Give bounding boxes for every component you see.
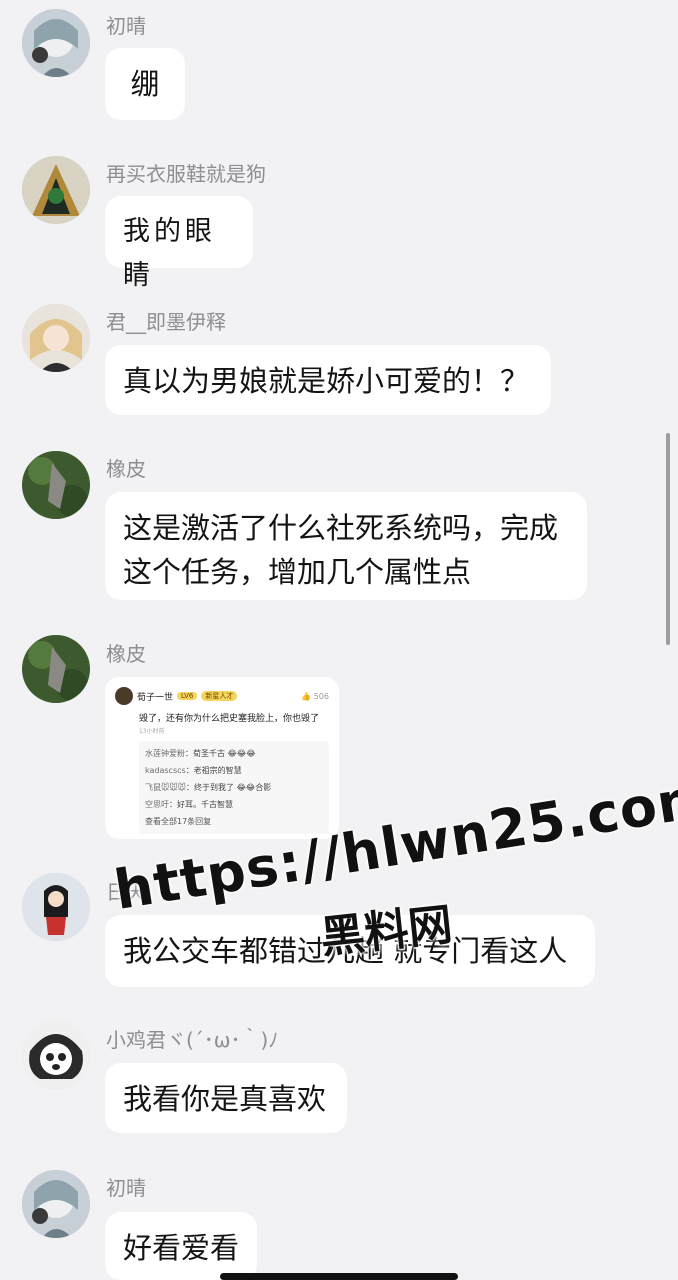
- message-bubble[interactable]: 我的眼睛: [105, 196, 253, 291]
- like-number: 506: [313, 691, 329, 701]
- avatar[interactable]: [22, 1021, 90, 1089]
- image-message[interactable]: 荀子一世 LV6 新星人才 👍 506 毁了，还有你为什么把史塞我脸上，你也毁了…: [105, 677, 339, 839]
- reply-item: 空思吁：好耳。千古智慧: [145, 796, 323, 813]
- reply-item: 飞鼠🐭🐭🐭：终于到我了 😂😂合影: [145, 779, 323, 796]
- like-count: 👍 506: [301, 692, 329, 701]
- scrollbar[interactable]: [666, 433, 670, 645]
- reply-text: ：老祖宗的智慧: [185, 766, 242, 775]
- sender-name: 橡皮: [106, 642, 146, 666]
- level-badge: LV6: [177, 692, 198, 700]
- message-line: 这个任务，增加几个属性点: [123, 555, 472, 589]
- home-indicator[interactable]: [220, 1273, 458, 1280]
- avatar[interactable]: [22, 635, 90, 703]
- sender-name: 小鸡君ヾ(´･ω･｀)ﾉ: [106, 1028, 279, 1052]
- sender-name: 君__即墨伊释: [106, 310, 226, 334]
- avatar[interactable]: [22, 304, 90, 372]
- comment-text: 毁了，还有你为什么把史塞我脸上，你也毁了: [139, 714, 320, 724]
- reply-list: 水莲钟爱粉：荀圣千古 😂😂😂 kadascscs：老祖宗的智慧 飞鼠🐭🐭🐭：终于…: [139, 741, 329, 834]
- view-all-replies: 查看全部17条回复: [145, 817, 212, 826]
- avatar[interactable]: [22, 9, 90, 77]
- message-bubble[interactable]: 我看你是真喜欢: [105, 1063, 347, 1133]
- tag-badge: 新星人才: [201, 691, 238, 701]
- chat-thread[interactable]: 初晴 绷 再买衣服鞋就是狗 我的眼睛 君__即墨伊释 真以为男娘就是娇小可爱的！…: [0, 0, 678, 1280]
- message-bubble[interactable]: 真以为男娘就是娇小可爱的！？: [105, 345, 551, 415]
- reply-user: kadascscs: [145, 766, 186, 775]
- commenter-avatar: [115, 687, 133, 705]
- message-bubble[interactable]: 绷: [105, 48, 185, 120]
- sender-name: 再买衣服鞋就是狗: [106, 162, 266, 186]
- avatar[interactable]: [22, 451, 90, 519]
- commenter-name: 荀子一世: [137, 692, 174, 703]
- message-line: 这是激活了什么社死系统吗，完成: [123, 511, 559, 545]
- message-bubble[interactable]: 好看爱看: [105, 1212, 257, 1280]
- comment-time: 13小时前: [139, 728, 165, 735]
- sender-name: 初晴: [106, 14, 146, 38]
- avatar[interactable]: [22, 1170, 90, 1238]
- sender-name: 橡皮: [106, 457, 146, 481]
- reply-user: 空思吁: [145, 800, 169, 809]
- reply-text: ：终于到我了 😂😂合影: [186, 783, 272, 792]
- reply-item: kadascscs：老祖宗的智慧: [145, 762, 323, 779]
- reply-user: 水莲钟爱粉: [145, 749, 185, 758]
- sender-name: 初晴: [106, 1176, 146, 1200]
- reply-item: 水莲钟爱粉：荀圣千古 😂😂😂: [145, 745, 323, 762]
- message-bubble[interactable]: 这是激活了什么社死系统吗，完成 这个任务，增加几个属性点: [105, 492, 587, 600]
- comment-header: 荀子一世 LV6 新星人才 👍 506: [115, 687, 329, 705]
- reply-text: ：荀圣千古 😂😂😂: [185, 749, 256, 758]
- message-bubble[interactable]: 我公交车都错过几趟 就专门看这人: [105, 915, 595, 987]
- avatar[interactable]: [22, 873, 90, 941]
- reply-user: 飞鼠🐭🐭🐭: [145, 783, 187, 792]
- reply-text: ：好耳。千古智慧: [169, 800, 233, 809]
- avatar[interactable]: [22, 156, 90, 224]
- thumb-up-icon: 👍: [301, 691, 312, 701]
- sender-name: 日天: [106, 880, 146, 904]
